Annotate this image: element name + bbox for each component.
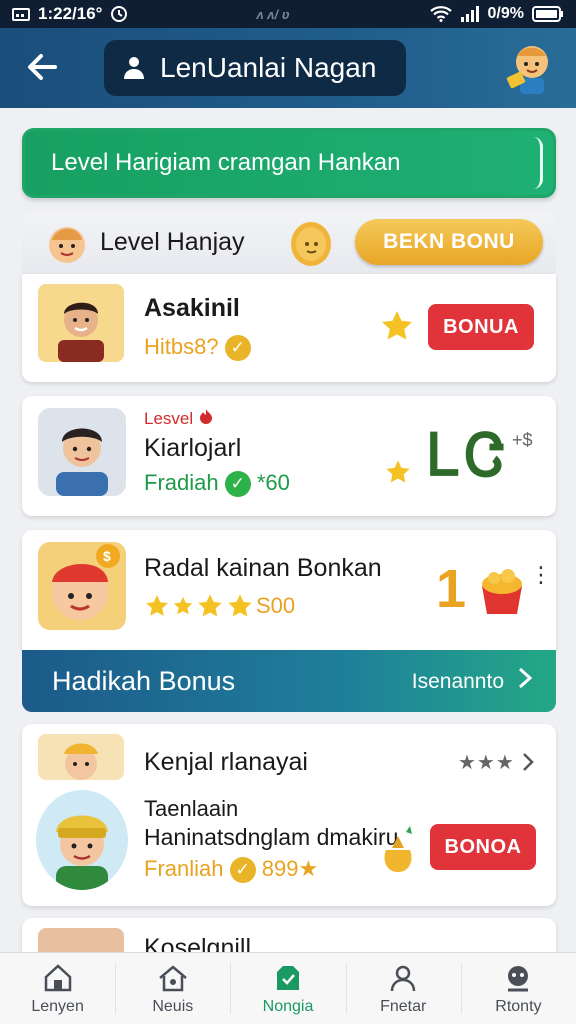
item-value: 1 — [436, 559, 467, 619]
list-item[interactable]: Kenjal rlanayai ★★★ Taenlaain Haninatsdn… — [22, 724, 556, 906]
item-tag-text: Lesvel — [144, 409, 194, 428]
item-value: ᏞᏣ — [428, 423, 509, 488]
nav-label: Lenyen — [31, 997, 84, 1015]
bonus-section-header[interactable]: Hadikah Bonus Isenannto — [22, 650, 556, 712]
chevron-right-icon[interactable] — [520, 750, 536, 774]
star-icon — [198, 594, 222, 617]
list-item[interactable]: $ Radal kainan Bonkan S00 1 ⋮ — [22, 530, 556, 650]
item-title: Radal kainan Bonkan — [144, 554, 382, 582]
avatar — [38, 408, 126, 496]
item-amount: 899★ — [261, 856, 319, 881]
profile-icon — [508, 965, 529, 991]
man-portrait-icon — [58, 302, 104, 362]
person-icon — [390, 965, 416, 991]
item-subtitle: Franliah ✓ 899★ — [144, 856, 319, 884]
item-subtitle-text: Fradiah — [144, 470, 219, 495]
house-icon — [158, 964, 187, 991]
nav-label: Neuis — [152, 997, 194, 1015]
item-subtitle: S00 — [144, 592, 295, 620]
clock-icon — [111, 6, 128, 22]
avatar — [36, 790, 128, 890]
notification-icon — [12, 8, 30, 21]
star-icon — [146, 595, 168, 616]
gift-basket-icon — [482, 569, 522, 614]
app-header: LenUanlai Nagan — [0, 28, 576, 108]
item-subtitle-text: Franliah — [144, 856, 224, 881]
star-icon — [382, 311, 412, 340]
avatar — [38, 734, 124, 780]
bottom-navigation: Lenyen Neuis Nongia Fnetar Rtonty — [0, 952, 576, 1024]
star-icon — [228, 594, 252, 617]
man-portrait-icon — [56, 428, 108, 496]
bonus-button[interactable]: BONUA — [428, 304, 534, 350]
level-banner[interactable]: Level Harigiam cramgan Hankan — [22, 128, 556, 198]
battery-percent: 0/9% — [487, 5, 524, 22]
kid-hat-icon — [56, 815, 108, 890]
nav-item-friends[interactable]: Fnetar — [345, 953, 461, 1024]
arrow-left-icon — [28, 54, 57, 80]
svg-text:$: $ — [103, 548, 111, 564]
nav-item-news[interactable]: Neuis — [115, 953, 230, 1024]
chevron-right-icon[interactable] — [514, 665, 536, 691]
nav-label: Rtonty — [495, 997, 542, 1015]
nav-label: Nongia — [262, 997, 314, 1015]
star-icon — [386, 460, 410, 483]
avatar[interactable] — [504, 40, 554, 96]
item-score: S00 — [256, 593, 296, 618]
claim-bonus-button[interactable]: BEKN BONU — [355, 219, 543, 265]
item-corner: +$ — [512, 430, 533, 450]
level-row: Level Hanjay BEKN BONU — [22, 212, 556, 274]
flame-icon — [199, 409, 212, 424]
nav-item-home[interactable]: Lenyen — [0, 953, 115, 1024]
home-icon — [44, 963, 71, 991]
wifi-icon — [429, 6, 452, 22]
user-icon — [124, 57, 144, 79]
badge-icon — [277, 965, 299, 990]
avatar — [38, 284, 124, 362]
status-time: 1:22/16° — [38, 4, 103, 23]
bonus-button[interactable]: BONOA — [430, 824, 536, 870]
banner-text: Level Harigiam cramgan Hankan — [51, 149, 401, 176]
item-tag: Lesvel — [144, 408, 214, 429]
kid-portrait-icon — [64, 743, 98, 780]
item-line-2: Haninatsdnglam dmakiru — [144, 824, 399, 850]
section-link[interactable]: Isenannto — [412, 670, 504, 694]
item-title: Kiarlojarl — [144, 434, 242, 462]
item-title: Kenjal rlanayai — [144, 748, 308, 776]
money-bag-icon — [384, 826, 412, 872]
page-title-pill[interactable]: LenUanlai Nagan — [104, 40, 406, 96]
back-button[interactable] — [24, 50, 60, 86]
item-subtitle: Hitbs8? ✓ — [144, 334, 251, 362]
star-icon — [173, 596, 193, 615]
nav-item-bonus[interactable]: Nongia — [230, 953, 345, 1024]
section-title: Hadikah Bonus — [52, 666, 236, 696]
check-icon: ✓ — [224, 471, 251, 498]
coin-face-icon — [291, 222, 331, 266]
baby-face-icon — [49, 227, 85, 263]
rating-stars: ★★★ — [458, 752, 515, 774]
more-icon[interactable]: ⋮ — [530, 562, 552, 588]
item-subtitle-text: Hitbs8? — [144, 334, 219, 359]
nav-item-profile[interactable]: Rtonty — [460, 953, 576, 1024]
nav-label: Fnetar — [380, 997, 427, 1015]
status-center-text: ʌ ʌ/ ʋ — [256, 6, 290, 22]
list-item[interactable]: Lesvel Kiarlojarl Fradiah ✓ *60 ᏞᏣ +$ — [22, 396, 556, 516]
list-item[interactable]: Asakinil Hitbs8? ✓ BONUA — [22, 274, 556, 382]
check-icon: ✓ — [224, 335, 251, 362]
status-bar: 1:22/16° ʌ ʌ/ ʋ 0/9% — [0, 0, 576, 28]
item-subtitle: Fradiah ✓ *60 — [144, 470, 290, 498]
item-amount: *60 — [256, 470, 290, 495]
item-line-1: Taenlaain — [144, 796, 239, 821]
kid-red-hat-icon: $ — [52, 544, 120, 620]
battery-icon — [532, 6, 563, 22]
level-label: Level Hanjay — [100, 228, 245, 256]
item-title: Asakinil — [144, 294, 240, 322]
check-icon: ✓ — [229, 857, 256, 884]
avatar: $ — [38, 542, 126, 630]
signal-icon — [460, 6, 479, 22]
page-title: LenUanlai Nagan — [160, 52, 377, 83]
